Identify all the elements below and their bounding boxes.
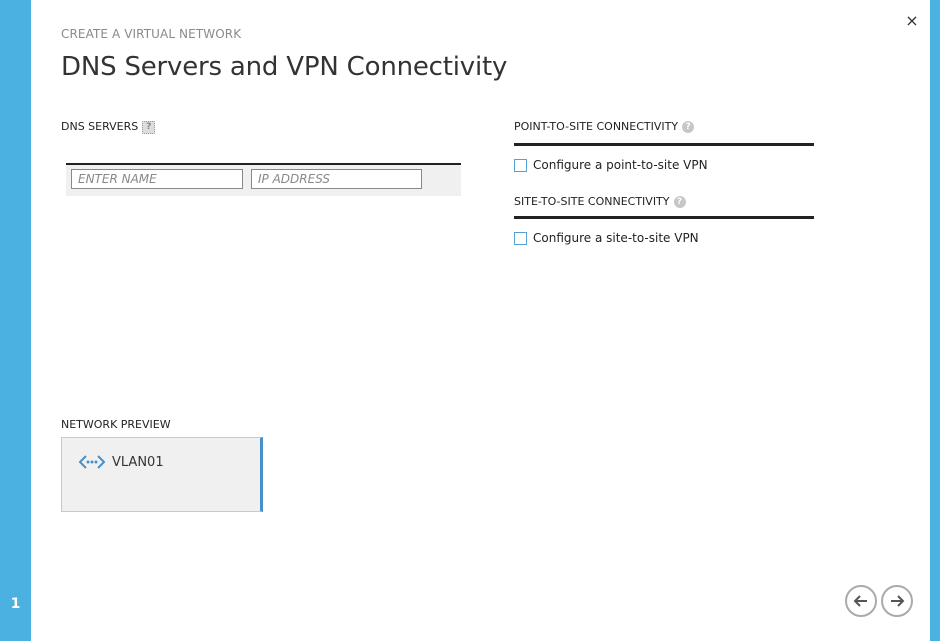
s2s-divider	[514, 216, 814, 219]
p2s-section: POINT-TO-SITE CONNECTIVITY?	[514, 120, 695, 133]
dns-servers-table	[66, 163, 461, 196]
network-name: VLAN01	[112, 454, 164, 470]
s2s-checkbox[interactable]	[514, 231, 527, 245]
dns-name-input[interactable]	[71, 169, 243, 189]
wizard-step-sidebar	[0, 0, 31, 641]
s2s-label: SITE-TO-SITE CONNECTIVITY	[514, 195, 670, 208]
help-icon[interactable]: ?	[682, 121, 695, 133]
network-preview-card: VLAN01	[61, 437, 263, 512]
s2s-checkbox-label: Configure a site-to-site VPN	[533, 231, 699, 245]
p2s-checkbox-row[interactable]: Configure a point-to-site VPN	[514, 158, 708, 172]
next-button[interactable]	[881, 585, 913, 617]
network-preview-item: VLAN01	[78, 453, 164, 471]
dns-servers-label: DNS SERVERS	[61, 120, 139, 133]
page-title: DNS Servers and VPN Connectivity	[61, 52, 508, 82]
network-preview-label: NETWORK PREVIEW	[61, 418, 171, 431]
close-icon[interactable]: ×	[903, 12, 921, 30]
arrow-left-icon	[853, 595, 867, 607]
help-icon[interactable]: ?	[673, 196, 686, 208]
dns-servers-section: DNS SERVERS?	[61, 120, 156, 134]
arrow-right-icon	[891, 595, 905, 607]
p2s-label: POINT-TO-SITE CONNECTIVITY	[514, 120, 679, 133]
s2s-checkbox-row[interactable]: Configure a site-to-site VPN	[514, 231, 699, 245]
right-accent-strip	[930, 0, 940, 641]
s2s-section: SITE-TO-SITE CONNECTIVITY?	[514, 195, 686, 208]
p2s-divider	[514, 143, 814, 146]
step-number: 1	[10, 596, 21, 612]
help-icon[interactable]: ?	[142, 120, 156, 134]
back-button[interactable]	[845, 585, 877, 617]
wizard-subtitle: CREATE A VIRTUAL NETWORK	[61, 27, 242, 41]
p2s-checkbox-label: Configure a point-to-site VPN	[533, 158, 708, 172]
dns-ip-input[interactable]	[251, 169, 422, 189]
virtual-network-icon	[78, 455, 106, 469]
p2s-checkbox[interactable]	[514, 158, 527, 172]
